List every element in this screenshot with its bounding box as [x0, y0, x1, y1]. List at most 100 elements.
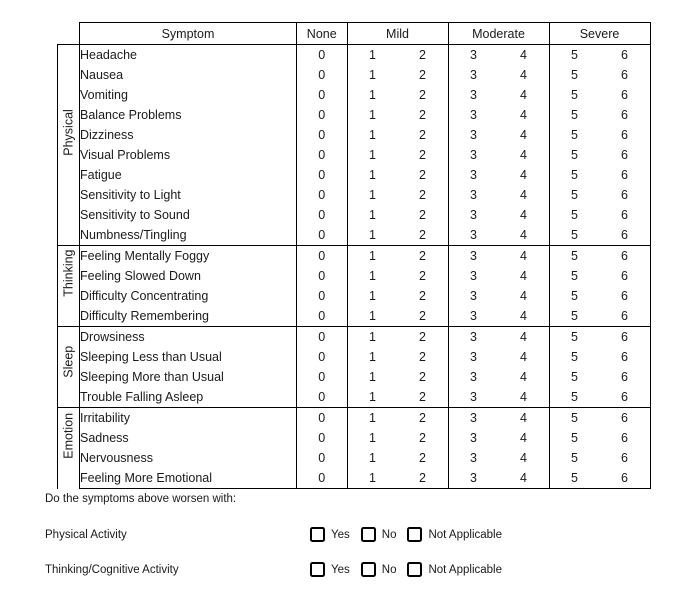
severity-option-4[interactable]: 4: [498, 428, 550, 448]
severity-option-3[interactable]: 3: [448, 468, 499, 489]
severity-option-4[interactable]: 4: [498, 468, 550, 489]
severity-option-3[interactable]: 3: [448, 266, 499, 286]
severity-option-2[interactable]: 2: [397, 347, 449, 367]
severity-option-2[interactable]: 2: [397, 105, 449, 125]
severity-option-5[interactable]: 5: [549, 85, 600, 105]
severity-option-1[interactable]: 1: [347, 407, 398, 428]
severity-option-4[interactable]: 4: [498, 65, 550, 85]
severity-option-3[interactable]: 3: [448, 85, 499, 105]
severity-option-4[interactable]: 4: [498, 85, 550, 105]
severity-option-1[interactable]: 1: [347, 65, 398, 85]
severity-option-6[interactable]: 6: [599, 165, 651, 185]
severity-option-6[interactable]: 6: [599, 266, 651, 286]
severity-option-3[interactable]: 3: [448, 407, 499, 428]
severity-option-5[interactable]: 5: [549, 468, 600, 489]
severity-option-1[interactable]: 1: [347, 468, 398, 489]
severity-option-0[interactable]: 0: [296, 125, 348, 145]
severity-option-0[interactable]: 0: [296, 165, 348, 185]
severity-option-6[interactable]: 6: [599, 185, 651, 205]
severity-option-0[interactable]: 0: [296, 428, 348, 448]
severity-option-1[interactable]: 1: [347, 387, 398, 408]
severity-option-2[interactable]: 2: [397, 387, 449, 408]
severity-option-0[interactable]: 0: [296, 326, 348, 347]
severity-option-4[interactable]: 4: [498, 245, 550, 266]
checkbox-icon[interactable]: [360, 527, 376, 542]
severity-option-3[interactable]: 3: [448, 145, 499, 165]
checkbox-icon[interactable]: [407, 562, 423, 577]
severity-option-0[interactable]: 0: [296, 205, 348, 225]
severity-option-2[interactable]: 2: [397, 266, 449, 286]
severity-option-0[interactable]: 0: [296, 85, 348, 105]
severity-option-2[interactable]: 2: [397, 185, 449, 205]
severity-option-0[interactable]: 0: [296, 306, 348, 327]
severity-option-1[interactable]: 1: [347, 326, 398, 347]
severity-option-6[interactable]: 6: [599, 407, 651, 428]
severity-option-6[interactable]: 6: [599, 428, 651, 448]
severity-option-1[interactable]: 1: [347, 125, 398, 145]
severity-option-6[interactable]: 6: [599, 286, 651, 306]
severity-option-5[interactable]: 5: [549, 65, 600, 85]
severity-option-4[interactable]: 4: [498, 407, 550, 428]
severity-option-1[interactable]: 1: [347, 85, 398, 105]
severity-option-2[interactable]: 2: [397, 145, 449, 165]
severity-option-3[interactable]: 3: [448, 65, 499, 85]
severity-option-0[interactable]: 0: [296, 105, 348, 125]
severity-option-1[interactable]: 1: [347, 205, 398, 225]
severity-option-5[interactable]: 5: [549, 407, 600, 428]
severity-option-4[interactable]: 4: [498, 266, 550, 286]
severity-option-5[interactable]: 5: [549, 125, 600, 145]
severity-option-6[interactable]: 6: [599, 44, 651, 65]
severity-option-5[interactable]: 5: [549, 145, 600, 165]
severity-option-6[interactable]: 6: [599, 105, 651, 125]
severity-option-0[interactable]: 0: [296, 407, 348, 428]
option-not-applicable[interactable]: Not Applicable: [407, 562, 502, 577]
severity-option-4[interactable]: 4: [498, 225, 550, 246]
severity-option-2[interactable]: 2: [397, 367, 449, 387]
severity-option-6[interactable]: 6: [599, 347, 651, 367]
option-yes[interactable]: Yes: [310, 527, 350, 542]
severity-option-0[interactable]: 0: [296, 387, 348, 408]
severity-option-1[interactable]: 1: [347, 44, 398, 65]
checkbox-icon[interactable]: [360, 562, 376, 577]
severity-option-5[interactable]: 5: [549, 387, 600, 408]
severity-option-6[interactable]: 6: [599, 85, 651, 105]
severity-option-3[interactable]: 3: [448, 448, 499, 468]
severity-option-2[interactable]: 2: [397, 468, 449, 489]
severity-option-4[interactable]: 4: [498, 306, 550, 327]
severity-option-0[interactable]: 0: [296, 347, 348, 367]
severity-option-3[interactable]: 3: [448, 105, 499, 125]
severity-option-6[interactable]: 6: [599, 145, 651, 165]
severity-option-5[interactable]: 5: [549, 306, 600, 327]
severity-option-5[interactable]: 5: [549, 367, 600, 387]
severity-option-1[interactable]: 1: [347, 185, 398, 205]
severity-option-0[interactable]: 0: [296, 448, 348, 468]
severity-option-2[interactable]: 2: [397, 428, 449, 448]
severity-option-0[interactable]: 0: [296, 367, 348, 387]
severity-option-3[interactable]: 3: [448, 185, 499, 205]
severity-option-2[interactable]: 2: [397, 65, 449, 85]
option-no[interactable]: No: [360, 527, 396, 542]
severity-option-5[interactable]: 5: [549, 347, 600, 367]
severity-option-1[interactable]: 1: [347, 448, 398, 468]
severity-option-2[interactable]: 2: [397, 205, 449, 225]
severity-option-0[interactable]: 0: [296, 225, 348, 246]
severity-option-3[interactable]: 3: [448, 326, 499, 347]
severity-option-0[interactable]: 0: [296, 145, 348, 165]
severity-option-2[interactable]: 2: [397, 326, 449, 347]
severity-option-6[interactable]: 6: [599, 367, 651, 387]
severity-option-2[interactable]: 2: [397, 44, 449, 65]
severity-option-4[interactable]: 4: [498, 347, 550, 367]
severity-option-6[interactable]: 6: [599, 326, 651, 347]
severity-option-0[interactable]: 0: [296, 286, 348, 306]
severity-option-3[interactable]: 3: [448, 125, 499, 145]
severity-option-5[interactable]: 5: [549, 326, 600, 347]
severity-option-3[interactable]: 3: [448, 205, 499, 225]
severity-option-1[interactable]: 1: [347, 105, 398, 125]
severity-option-4[interactable]: 4: [498, 125, 550, 145]
severity-option-2[interactable]: 2: [397, 286, 449, 306]
severity-option-2[interactable]: 2: [397, 85, 449, 105]
severity-option-5[interactable]: 5: [549, 105, 600, 125]
severity-option-1[interactable]: 1: [347, 367, 398, 387]
severity-option-5[interactable]: 5: [549, 225, 600, 246]
severity-option-0[interactable]: 0: [296, 65, 348, 85]
